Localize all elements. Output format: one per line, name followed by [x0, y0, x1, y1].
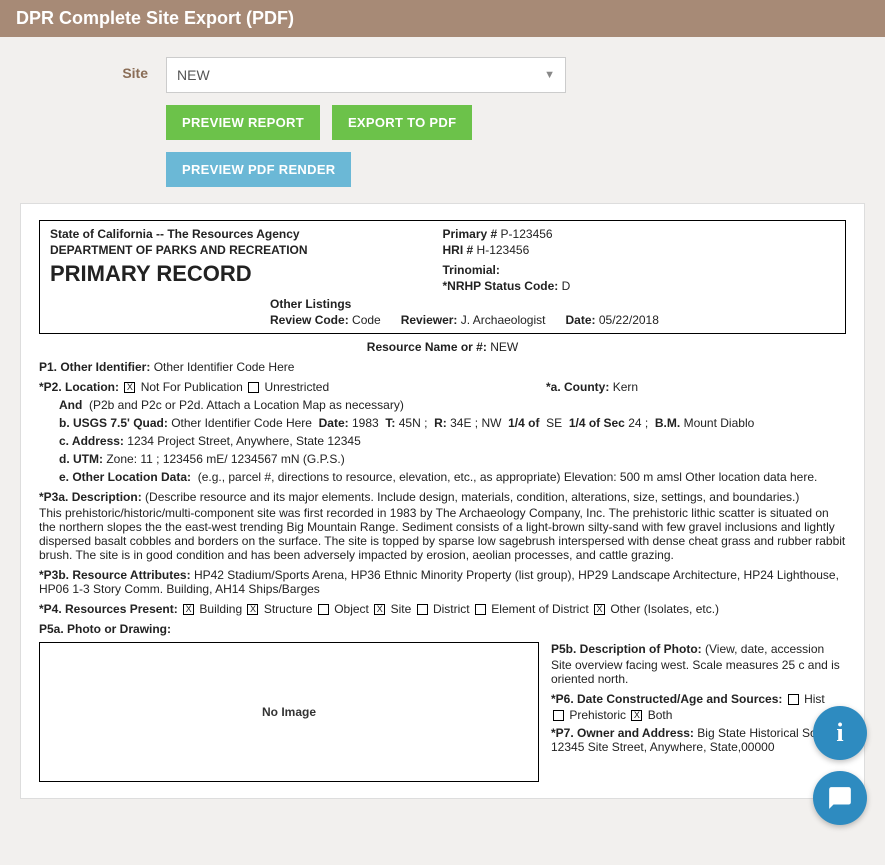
- p2a-label: *a. County:: [546, 380, 609, 394]
- chat-icon: [827, 785, 853, 811]
- p2d-val: Zone: 11 ; 123456 mE/ 1234567 mN (G.P.S.…: [106, 452, 344, 466]
- preview-report-button[interactable]: PREVIEW REPORT: [166, 105, 320, 140]
- p2b-bm-val: Mount Diablo: [684, 416, 755, 430]
- p4-object: Object: [334, 602, 369, 616]
- export-pdf-button[interactable]: EXPORT TO PDF: [332, 105, 472, 140]
- p6-label: *P6. Date Constructed/Age and Sources:: [551, 692, 782, 706]
- p2b-q2-val: 24 ;: [628, 416, 648, 430]
- checkbox-pre: [553, 710, 564, 721]
- p2b-date-val: 1983: [352, 416, 379, 430]
- reviewer-val: J. Archaeologist: [461, 313, 546, 327]
- date-val: 05/22/2018: [599, 313, 659, 327]
- nrhp-label: *NRHP Status Code:: [443, 279, 559, 293]
- p2-label: *P2. Location:: [39, 380, 119, 394]
- hri-val: H-123456: [477, 243, 530, 257]
- date-label: Date:: [565, 313, 595, 327]
- p4-label: *P4. Resources Present:: [39, 602, 178, 616]
- p3a-label: *P3a. Description:: [39, 490, 142, 504]
- checkbox-both: X: [631, 710, 642, 721]
- primary-val: P-123456: [501, 227, 553, 241]
- checkbox-structure: X: [247, 604, 258, 615]
- info-icon: i: [836, 718, 843, 748]
- review-code-label: Review Code:: [270, 313, 349, 327]
- other-listings: Other Listings: [50, 297, 835, 311]
- p2a-val: Kern: [613, 380, 638, 394]
- resname-label: Resource Name or #:: [367, 340, 487, 354]
- p2d-label: d. UTM:: [59, 452, 103, 466]
- p2b-label: b. USGS 7.5' Quad:: [59, 416, 168, 430]
- chevron-down-icon: ▼: [544, 69, 555, 81]
- reviewer-label: Reviewer:: [401, 313, 458, 327]
- p3a-note: (Describe resource and its major element…: [145, 490, 799, 504]
- site-select-value: NEW: [177, 67, 210, 83]
- photo-placeholder: No Image: [39, 642, 539, 782]
- p1-val: Other Identifier Code Here: [154, 360, 295, 374]
- site-label: Site: [16, 57, 166, 81]
- checkbox-other: X: [594, 604, 605, 615]
- p2c-label: c. Address:: [59, 434, 124, 448]
- p2b-date-label: Date:: [319, 416, 349, 430]
- p5b-label: P5b. Description of Photo:: [551, 642, 702, 656]
- p2b-val: Other Identifier Code Here: [171, 416, 312, 430]
- p4-other: Other (Isolates, etc.): [610, 602, 719, 616]
- checkbox-district: [417, 604, 428, 615]
- p4-structure: Structure: [264, 602, 313, 616]
- p2-unr: Unrestricted: [264, 380, 329, 394]
- p2b-q2: 1/4 of Sec: [569, 416, 625, 430]
- p2b-t-val: 45N ;: [399, 416, 428, 430]
- info-fab[interactable]: i: [813, 706, 867, 760]
- p2e-note: (e.g., parcel #, directions to resource,…: [198, 470, 818, 484]
- p2b-t-label: T:: [385, 416, 395, 430]
- checkbox-building: X: [183, 604, 194, 615]
- checkbox-hist: [788, 694, 799, 705]
- p5a-label: P5a. Photo or Drawing:: [39, 622, 846, 636]
- no-image-text: No Image: [262, 705, 316, 719]
- p3a-body: This prehistoric/historic/multi-componen…: [39, 506, 846, 562]
- p2c-val: 1234 Project Street, Anywhere, State 123…: [127, 434, 360, 448]
- p2b-q1-val: SE: [546, 416, 562, 430]
- p1-label: P1. Other Identifier:: [39, 360, 150, 374]
- p2b-r-val: 34E ; NW: [450, 416, 501, 430]
- checkbox-unr: [248, 382, 259, 393]
- trinomial-label: Trinomial:: [443, 263, 836, 277]
- p5b-note: (View, date, accession: [705, 642, 824, 656]
- p4-building: Building: [199, 602, 242, 616]
- controls-area: Site NEW ▼ PREVIEW REPORT EXPORT TO PDF …: [0, 37, 885, 203]
- checkbox-nfp: X: [124, 382, 135, 393]
- checkbox-element: [475, 604, 486, 615]
- p2b-q1: 1/4 of: [508, 416, 539, 430]
- site-select[interactable]: NEW ▼: [166, 57, 566, 93]
- p4-element: Element of District: [491, 602, 588, 616]
- p3b-label: *P3b. Resource Attributes:: [39, 568, 191, 582]
- review-code-val: Code: [352, 313, 381, 327]
- checkbox-object: [318, 604, 329, 615]
- preview-render-button[interactable]: PREVIEW PDF RENDER: [166, 152, 351, 187]
- p2-nfp: Not For Publication: [141, 380, 243, 394]
- p5b-body: Site overview facing west. Scale measure…: [551, 658, 846, 686]
- p6-both: Both: [648, 708, 673, 722]
- p6-hist: Hist: [804, 692, 825, 706]
- primary-label: Primary #: [443, 227, 498, 241]
- checkbox-site: X: [374, 604, 385, 615]
- record-title: PRIMARY RECORD: [50, 261, 443, 287]
- p6-pre: Prehistoric: [569, 708, 626, 722]
- agency-line: State of California -- The Resources Age…: [50, 227, 443, 241]
- chat-fab[interactable]: [813, 771, 867, 825]
- p2-and: And: [59, 398, 82, 412]
- hri-label: HRI #: [443, 243, 474, 257]
- dept-line: DEPARTMENT OF PARKS AND RECREATION: [50, 243, 443, 257]
- p4-site: Site: [391, 602, 412, 616]
- resname-val: NEW: [490, 340, 518, 354]
- page-title: DPR Complete Site Export (PDF): [0, 0, 885, 37]
- p2e-label: e. Other Location Data:: [59, 470, 191, 484]
- p2b-r-label: R:: [434, 416, 447, 430]
- document-preview: State of California -- The Resources Age…: [20, 203, 865, 799]
- p2b-bm-label: B.M.: [655, 416, 680, 430]
- p4-district: District: [433, 602, 470, 616]
- nrhp-val: D: [562, 279, 571, 293]
- p7-label: *P7. Owner and Address:: [551, 726, 694, 740]
- p2-and-note: (P2b and P2c or P2d. Attach a Location M…: [89, 398, 404, 412]
